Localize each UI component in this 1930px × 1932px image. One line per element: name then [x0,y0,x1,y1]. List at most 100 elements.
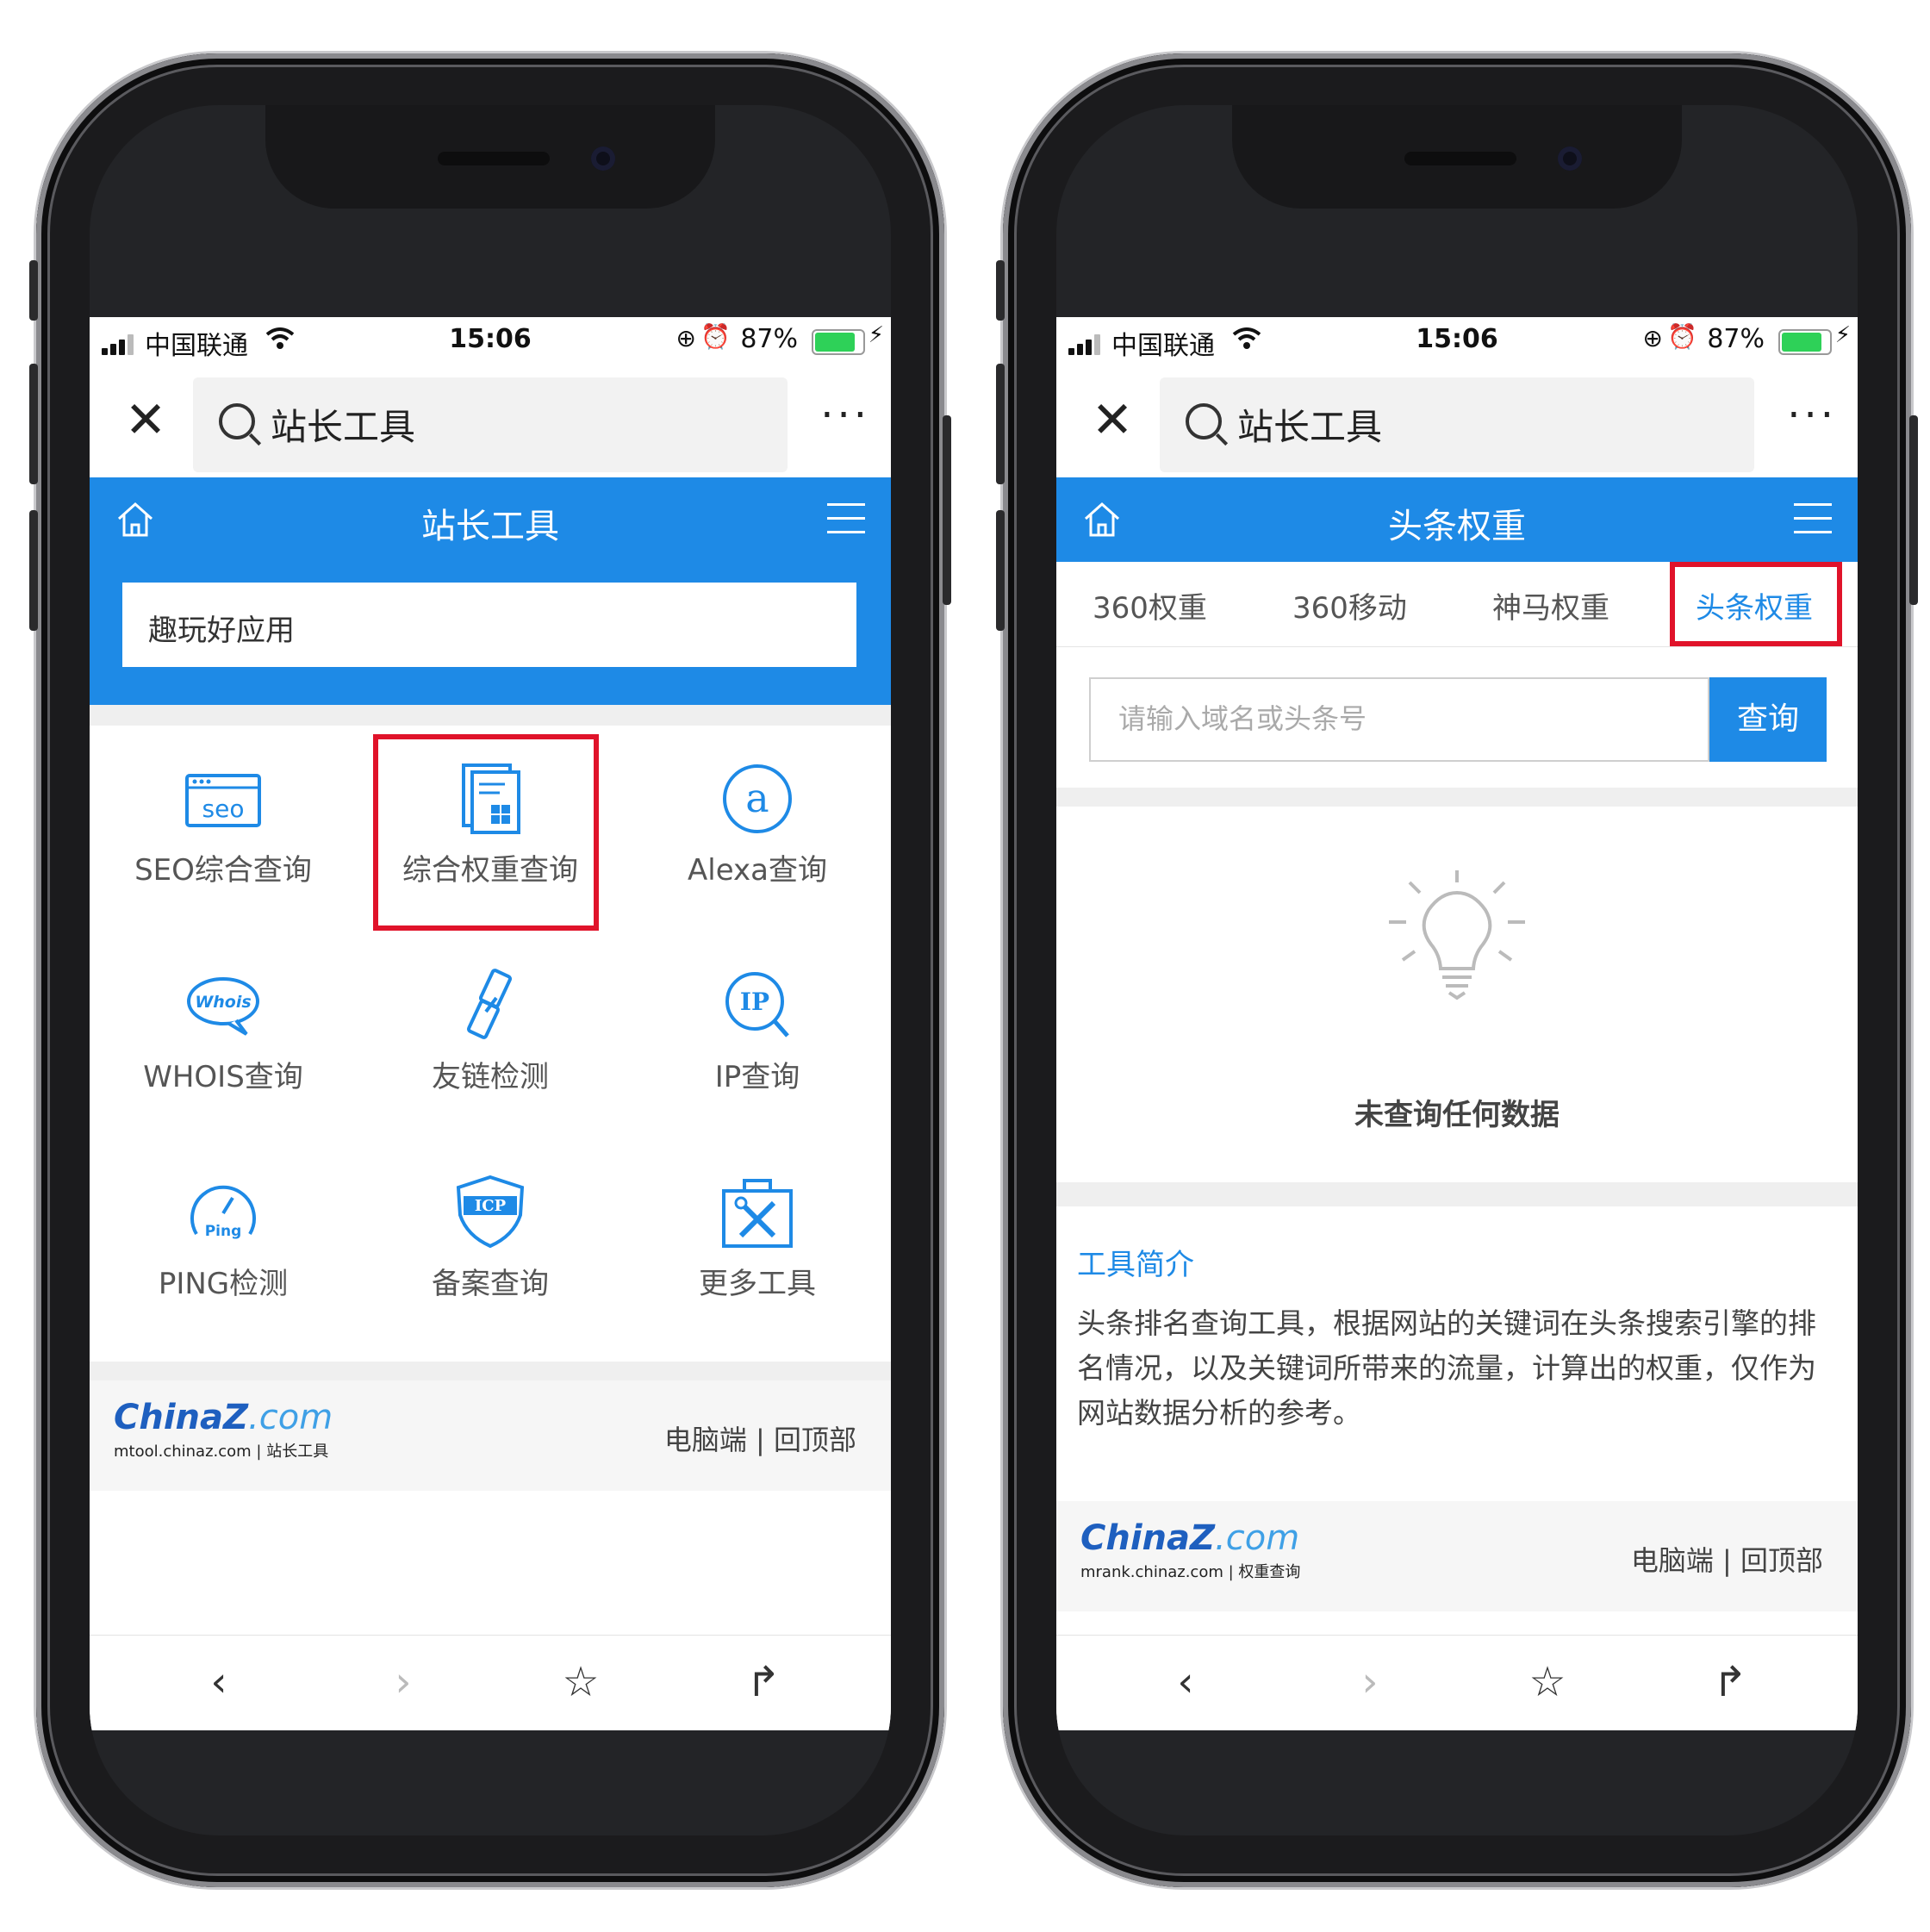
battery-icon [1778,329,1832,355]
search-icon [219,403,255,439]
close-icon[interactable]: ✕ [1082,390,1142,450]
tab-360-mobile[interactable]: 360移动 [1292,584,1407,626]
tool-ping[interactable]: Ping PING检测 [90,1139,357,1346]
speaker [438,152,550,165]
empty-message: 未查询任何数据 [1354,1098,1560,1132]
notch [1232,105,1682,209]
svg-text:a: a [745,775,769,821]
chinaz-logo[interactable]: ChinaZ.com mrank.chinaz.com | 权重查询 [1080,1518,1300,1582]
divider [90,705,891,726]
search-query: 站长工具 [271,406,416,448]
svg-text:seo: seo [202,795,245,823]
page-title: 头条权重 [1388,507,1526,546]
logo-subtitle: mrank.chinaz.com | 权重查询 [1080,1563,1301,1581]
svg-text:ICP: ICP [475,1197,507,1215]
star-icon[interactable]: ☆ [555,1656,607,1708]
ping-gauge-icon: Ping [190,1185,256,1240]
logo-subtitle: mtool.chinaz.com | 站长工具 [114,1443,329,1461]
site-footer: ChinaZ.com mrank.chinaz.com | 权重查询 电脑端 |… [1056,1501,1858,1611]
tool-alexa[interactable]: a Alexa查询 [624,726,891,932]
more-icon[interactable]: ··· [820,391,870,439]
screen-right: 中国联通 15:06 ⊕ ⏰ 87% ⚡ ✕ 站长工具 ··· 头条权重 360… [1056,105,1858,1835]
svg-text:Whois: Whois [195,993,251,1012]
more-icon[interactable]: ··· [1787,391,1837,439]
tool-label: PING检测 [158,1267,289,1301]
whois-icon: Whois [187,977,259,1036]
close-icon[interactable]: ✕ [115,390,176,450]
footer-links[interactable]: 电脑端 | 回顶部 [1631,1539,1823,1579]
logo-tld: .com [1215,1518,1300,1558]
tool-friendlink[interactable]: 友链检测 [357,932,624,1139]
tool-label: 更多工具 [699,1267,816,1301]
tool-whois[interactable]: Whois WHOIS查询 [90,932,357,1139]
forward-icon[interactable]: › [1344,1656,1396,1708]
volume-up-button [29,364,38,484]
chinaz-logo[interactable]: ChinaZ.com mtool.chinaz.com | 站长工具 [114,1398,333,1461]
back-icon[interactable]: ‹ [1160,1656,1211,1708]
tool-icp[interactable]: ICP 备案查询 [357,1139,624,1346]
battery-icon [812,329,865,355]
highlight-box [1670,562,1842,646]
divider [90,1362,891,1380]
promo-search-box[interactable]: 趣玩好应用 [122,583,856,667]
tool-more[interactable]: 更多工具 [624,1139,891,1346]
toolbox-icon [722,1179,793,1248]
tool-grid: seo SEO综合查询 综合权重查询 a Alexa查询 Whois WHOIS… [90,726,891,1346]
forward-icon[interactable]: › [377,1656,429,1708]
domain-input-wrapper [1089,677,1709,762]
wechat-nav-bar: ✕ 站长工具 ··· [1056,365,1858,477]
divider [1056,1182,1858,1206]
charging-icon: ⚡ [1834,322,1851,348]
tool-label: 备案查询 [432,1267,549,1301]
seo-icon: seo [185,774,261,827]
screen-left: 中国联通 15:06 ⊕ ⏰ 87% ⚡ ✕ 站长工具 ··· 站长工具 趣玩好… [90,105,891,1835]
tab-360-weight[interactable]: 360权重 [1093,584,1207,626]
domain-search: 查询 [1089,677,1827,762]
share-icon[interactable]: ↱ [738,1656,789,1708]
power-button [943,415,951,605]
wechat-search-bar[interactable]: 站长工具 [1160,377,1754,472]
browser-toolbar: ‹ › ☆ ↱ [1056,1635,1858,1730]
battery-percent: 87% [1707,324,1765,354]
camera [1558,146,1582,171]
share-icon[interactable]: ↱ [1704,1656,1756,1708]
site-header: 头条权重 [1056,477,1858,562]
icp-shield-icon: ICP [456,1175,525,1249]
footer-links[interactable]: 电脑端 | 回顶部 [664,1418,856,1458]
tool-label: SEO综合查询 [134,853,312,888]
empty-state: 未查询任何数据 [1056,807,1858,1182]
wechat-search-bar[interactable]: 站长工具 [193,377,788,472]
back-icon[interactable]: ‹ [193,1656,245,1708]
query-button[interactable]: 查询 [1709,677,1827,762]
power-button [1909,415,1918,605]
orientation-lock-icon: ⊕ [676,324,696,352]
page-title: 站长工具 [421,507,559,546]
divider [1056,788,1858,807]
mute-switch [996,260,1005,321]
site-header: 站长工具 [90,477,891,562]
menu-icon[interactable] [827,503,865,534]
menu-icon[interactable] [1794,503,1832,534]
mute-switch [29,260,38,321]
search-query: 站长工具 [1237,406,1383,448]
site-footer: ChinaZ.com mtool.chinaz.com | 站长工具 电脑端 |… [90,1380,891,1491]
logo-tld: .com [248,1398,333,1437]
tab-shenma-weight[interactable]: 神马权重 [1492,584,1609,626]
intro-title: 工具简介 [1077,1248,1194,1282]
domain-input[interactable] [1117,679,1706,758]
charging-icon: ⚡ [868,322,884,348]
tool-label: Alexa查询 [688,853,827,888]
tool-label: IP查询 [714,1060,800,1094]
highlight-box [373,734,599,931]
star-icon[interactable]: ☆ [1522,1656,1573,1708]
tool-label: 友链检测 [432,1060,549,1094]
tool-ip[interactable]: IP IP查询 [624,932,891,1139]
logo-brand: ChinaZ [114,1398,249,1437]
tool-seo[interactable]: seo SEO综合查询 [90,726,357,932]
volume-down-button [29,510,38,631]
promo-text: 趣玩好应用 [148,614,295,648]
link-icon [466,969,513,1039]
ip-search-icon: IP [725,972,789,1038]
lightbulb-icon [1389,870,1525,1000]
camera [591,146,615,171]
